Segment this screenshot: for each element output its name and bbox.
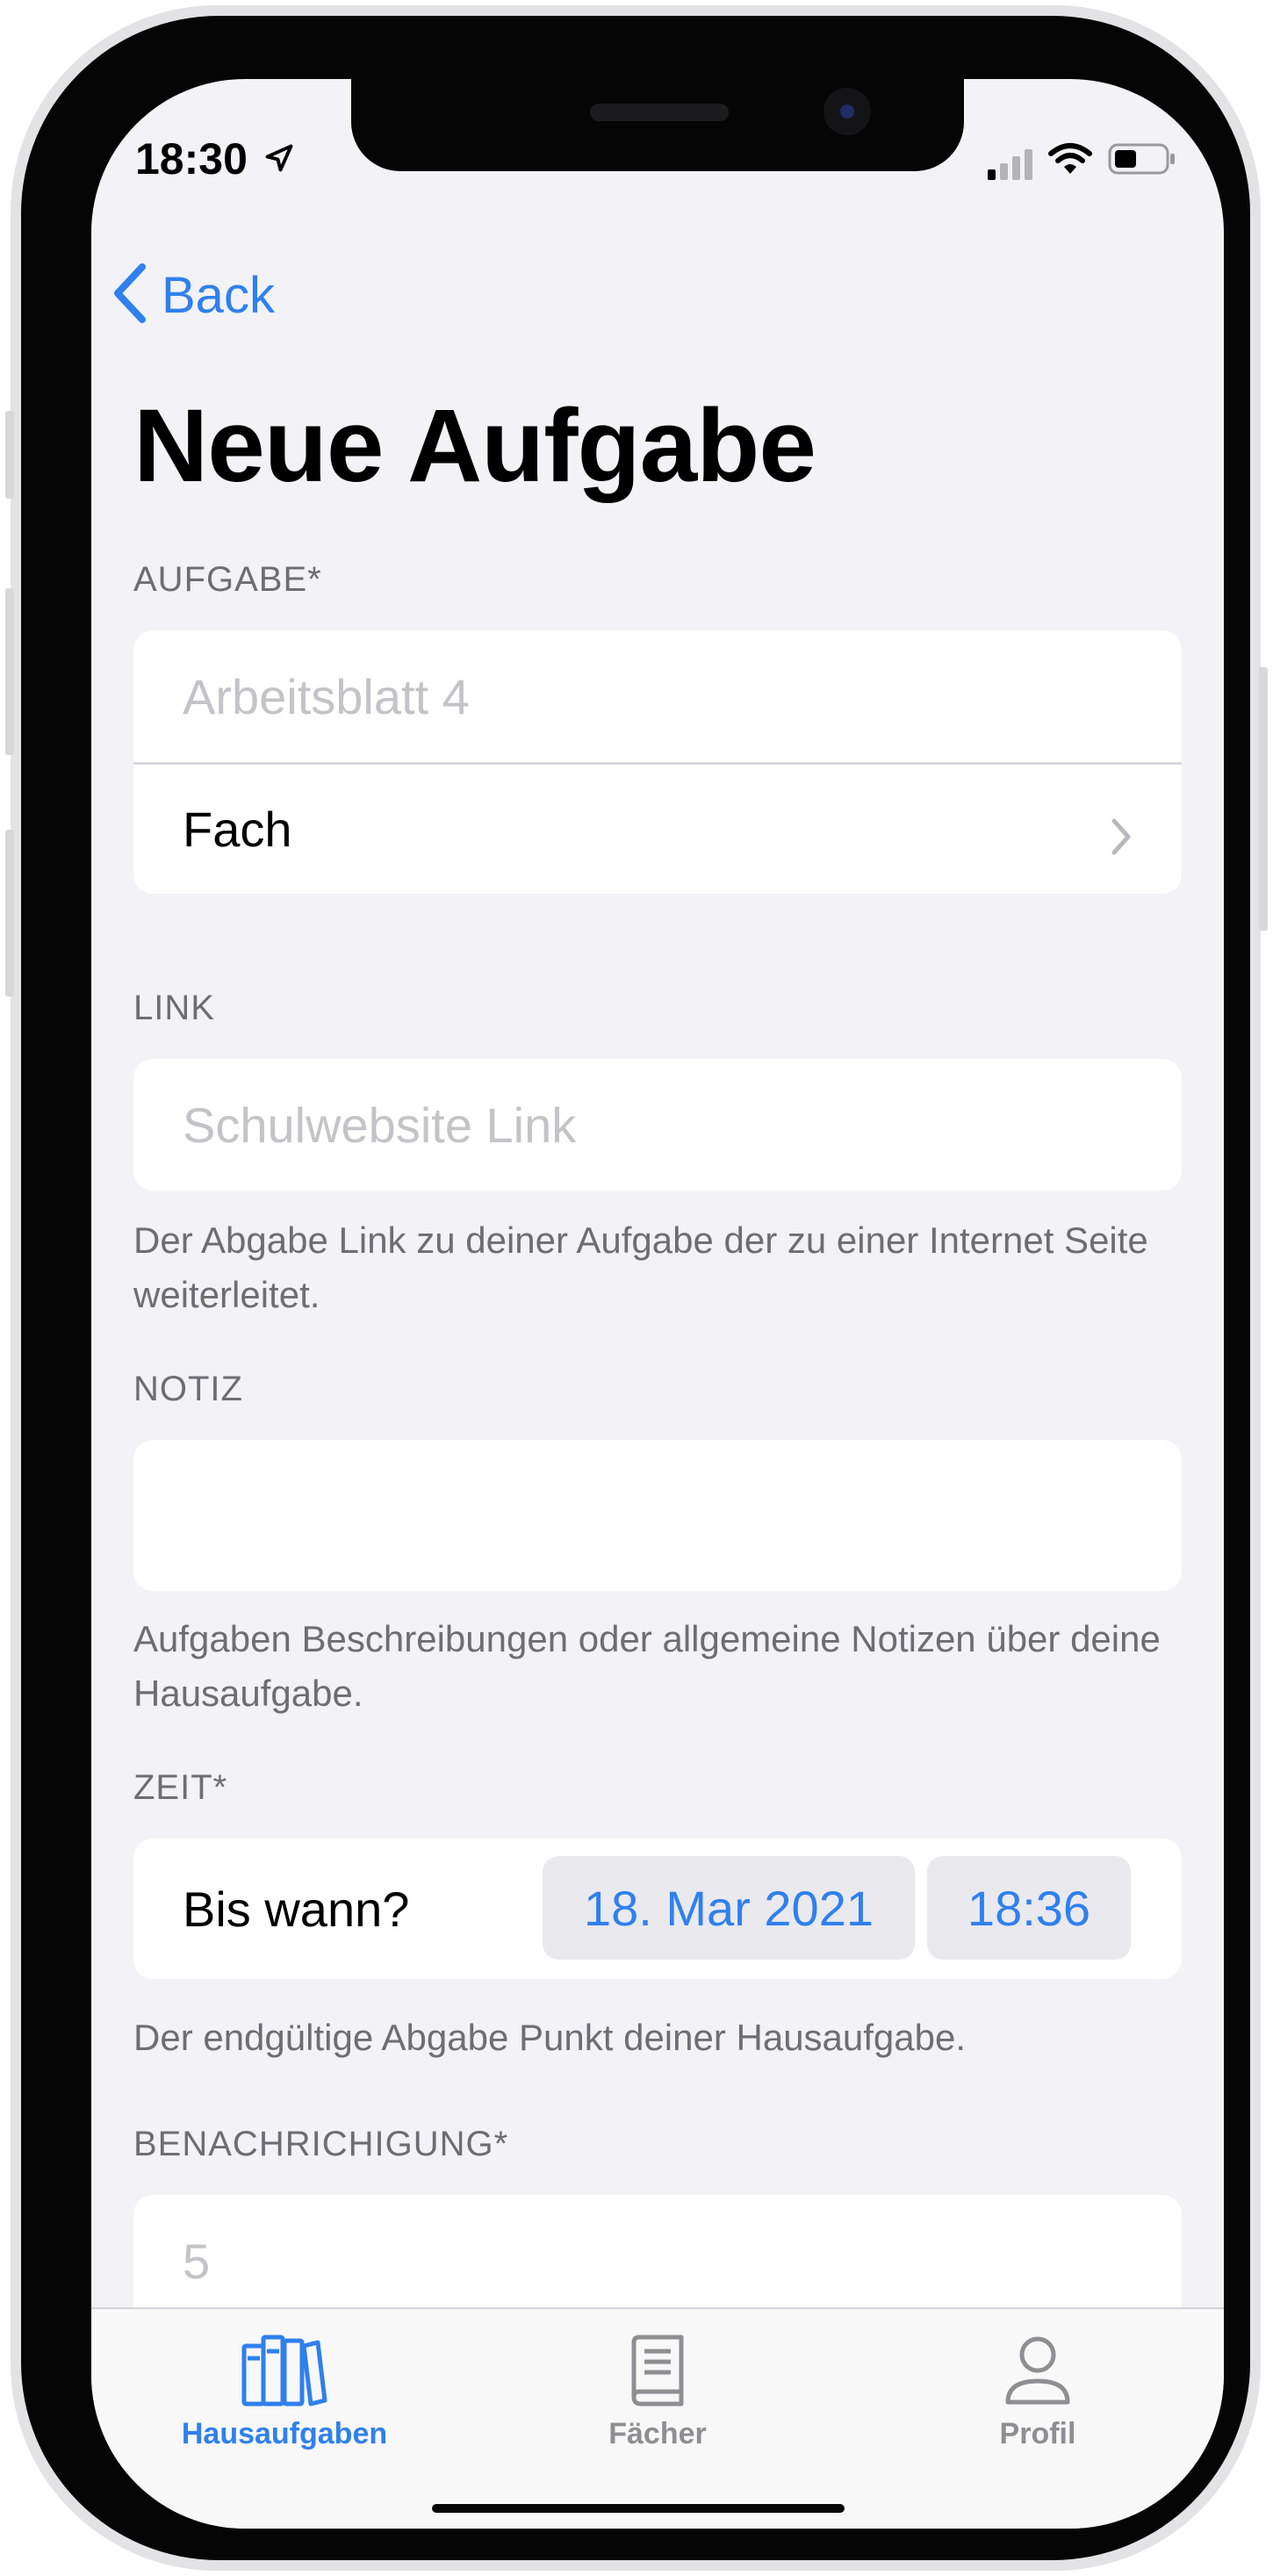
zeit-footer: Der endgültige Abgabe Punkt deiner Hausa…: [133, 2017, 967, 2058]
power-button: [1259, 667, 1268, 931]
aufgabe-card: Arbeitsblatt 4 Fach: [133, 630, 1182, 894]
zeit-header: ZEIT*: [133, 1768, 228, 1807]
zeit-card: Bis wann? 18. Mar 2021 18:36: [133, 1838, 1182, 1979]
battery-icon: [1108, 142, 1178, 180]
due-label: Bis wann?: [183, 1881, 410, 1937]
note-input[interactable]: [133, 1440, 1182, 1591]
tab-faecher[interactable]: Fächer: [526, 2334, 789, 2451]
cellular-signal-icon: [988, 148, 1032, 180]
tab-bar: Hausaufgaben Fächer Profil: [91, 2307, 1224, 2529]
tab-label-faecher: Fächer: [608, 2417, 707, 2450]
subject-label: Fach: [183, 802, 292, 857]
time-picker-button[interactable]: 18:36: [927, 1856, 1131, 1960]
chevron-right-icon: [1110, 810, 1133, 867]
location-arrow-icon: [263, 142, 295, 178]
link-footer: Der Abgabe Link zu deiner Aufgabe der zu…: [133, 1220, 1148, 1315]
status-indicators: [988, 142, 1178, 180]
wifi-icon: [1048, 142, 1092, 180]
volume-down-button: [5, 830, 14, 997]
task-title-input[interactable]: Arbeitsblatt 4: [133, 630, 1182, 762]
back-label: Back: [162, 267, 275, 324]
chevron-left-icon: [111, 263, 149, 327]
benachrichtigung-header: BENACHRICHIGUNG*: [133, 2125, 509, 2163]
notiz-footer: Aufgaben Beschreibungen oder allgemeine …: [133, 1618, 1161, 1714]
aufgabe-header: AUFGABE*: [133, 560, 322, 599]
page-title: Neue Aufgabe: [133, 388, 816, 504]
books-icon: [241, 2335, 328, 2411]
due-time: 18:36: [967, 1880, 1091, 1936]
back-button[interactable]: Back: [111, 263, 275, 327]
link-placeholder: Schulwebsite Link: [183, 1097, 577, 1153]
task-title-placeholder: Arbeitsblatt 4: [183, 668, 470, 724]
date-picker-button[interactable]: 18. Mar 2021: [543, 1856, 915, 1960]
status-time: 18:30: [135, 134, 248, 183]
device-bezel: 18:30 Back Neue Aufgabe AUFGABE* Arbeits…: [21, 16, 1250, 2560]
subject-picker-row[interactable]: Fach: [133, 762, 1182, 894]
notiz-header: NOTIZ: [133, 1370, 243, 1408]
notification-placeholder: 5: [183, 2233, 211, 2289]
tab-profil[interactable]: Profil: [906, 2334, 1169, 2451]
link-input[interactable]: Schulwebsite Link: [133, 1059, 1182, 1191]
tab-hausaufgaben[interactable]: Hausaufgaben: [153, 2334, 416, 2451]
due-row: Bis wann? 18. Mar 2021 18:36: [133, 1838, 1182, 1979]
front-camera-icon: [823, 88, 871, 135]
link-card: Schulwebsite Link: [133, 1059, 1182, 1191]
volume-up-button: [5, 588, 14, 755]
speaker-grille: [590, 104, 729, 121]
tab-label-profil: Profil: [999, 2417, 1076, 2450]
due-date: 18. Mar 2021: [584, 1880, 874, 1936]
screen: 18:30 Back Neue Aufgabe AUFGABE* Arbeits…: [91, 79, 1224, 2529]
book-icon: [627, 2335, 688, 2411]
tab-label-hausaufgaben: Hausaufgaben: [181, 2417, 388, 2450]
notiz-card: [133, 1440, 1182, 1591]
person-icon: [1003, 2336, 1073, 2411]
side-button: [5, 411, 14, 499]
home-indicator[interactable]: [432, 2504, 845, 2513]
link-header: LINK: [133, 989, 215, 1027]
notch: [351, 79, 964, 171]
